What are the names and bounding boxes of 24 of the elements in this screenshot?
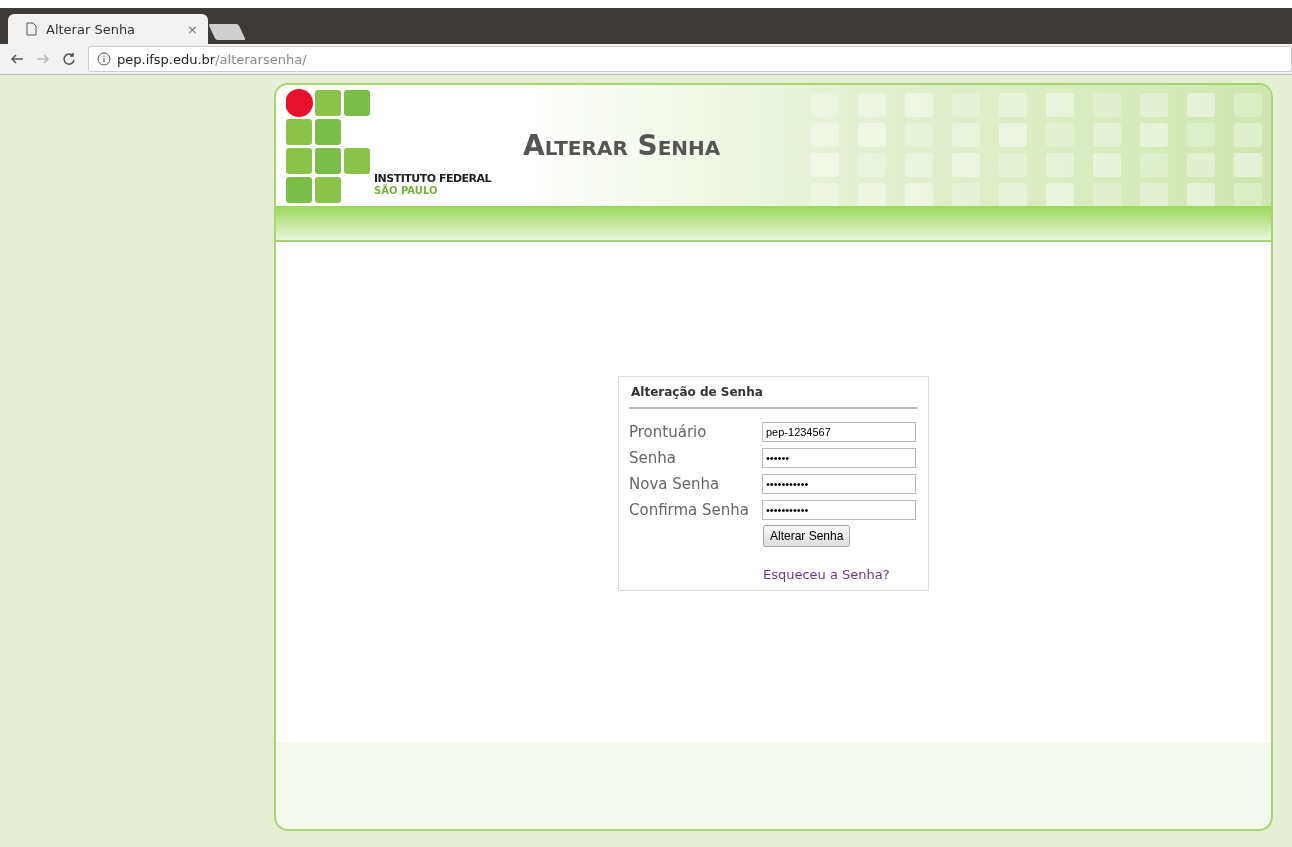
institution-name: INSTITUTO FEDERAL: [374, 172, 492, 185]
browser-tab[interactable]: Alterar Senha ×: [8, 14, 208, 44]
input-field[interactable]: pep-1234567: [762, 422, 916, 442]
page-icon: [24, 22, 38, 36]
campus-name: SÃO PAULO: [374, 185, 439, 196]
close-icon[interactable]: ×: [187, 21, 198, 37]
input-field[interactable]: •••••••••••: [762, 474, 916, 494]
input-field[interactable]: •••••••••••: [762, 500, 916, 520]
input-field[interactable]: ••••••: [762, 448, 916, 468]
field-label: Confirma Senha: [629, 501, 751, 519]
field-label: Nova Senha: [629, 475, 721, 493]
address-field[interactable]: pep.ifsp.edu.br/alterarsenha/: [88, 46, 1292, 72]
forgot-password-link[interactable]: Esqueceu a Senha?: [763, 567, 918, 582]
field-label: Prontuário: [629, 423, 708, 441]
url-text: pep.ifsp.edu.br/alterarsenha/: [117, 51, 307, 67]
page-title: Alterar Senha: [523, 129, 721, 162]
new-tab-button[interactable]: [208, 24, 246, 40]
info-icon[interactable]: [97, 52, 111, 66]
tab-title: Alterar Senha: [46, 21, 137, 37]
reload-icon[interactable]: [62, 52, 76, 66]
back-icon[interactable]: [10, 52, 24, 66]
field-label: Senha: [629, 449, 677, 467]
form-title: Alteração de Senha: [629, 383, 918, 409]
submit-button[interactable]: Alterar Senha: [763, 525, 851, 547]
